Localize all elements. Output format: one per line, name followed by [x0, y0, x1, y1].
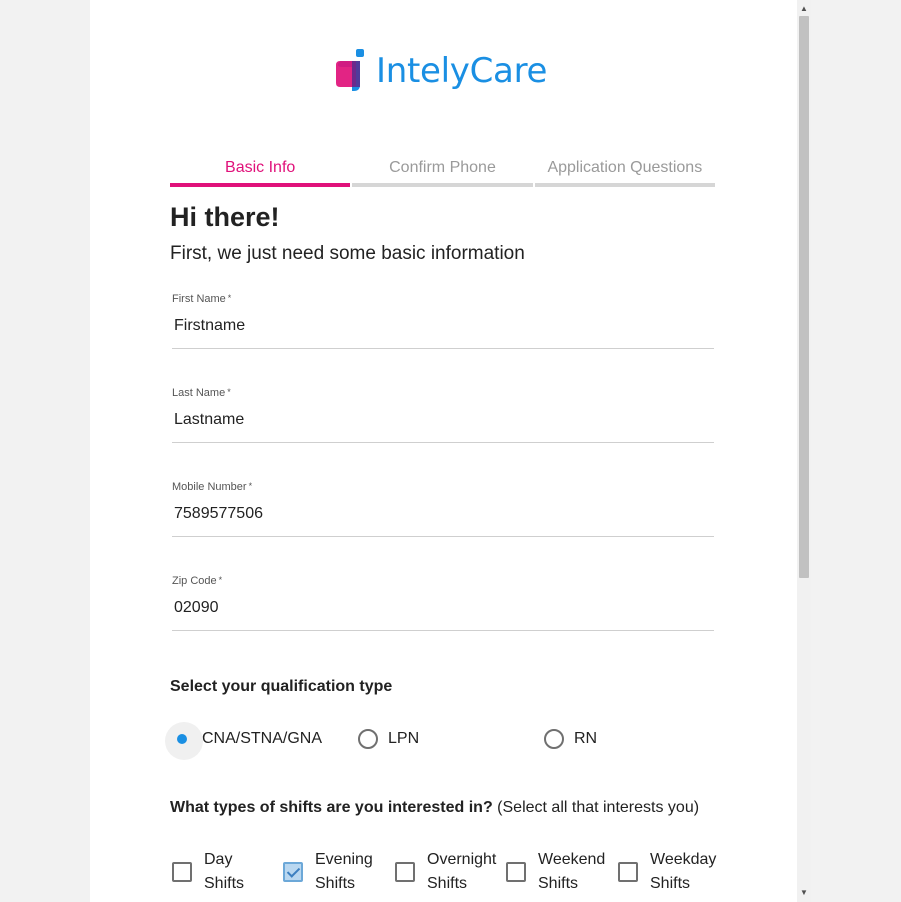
checkbox-weekday-label: Weekday Shifts — [650, 851, 717, 892]
checkbox-box[interactable] — [506, 862, 526, 882]
zip-code-input[interactable] — [174, 599, 704, 617]
radio-cna[interactable]: CNA/STNA/GNA — [165, 722, 323, 760]
scroll-down-arrow-icon[interactable]: ▼ — [797, 886, 811, 900]
checkbox-overnight-shifts[interactable]: Overnight Shifts — [395, 848, 497, 896]
scrollbar[interactable]: ▲ ▼ — [797, 0, 811, 902]
radio-circle[interactable] — [358, 729, 378, 749]
step-application-questions: Application Questions — [534, 159, 715, 187]
checkbox-box[interactable] — [395, 862, 415, 882]
radio-lpn-label: LPN — [388, 730, 420, 747]
last-name-label: Last Name * — [172, 387, 231, 399]
shifts-hint: (Select all that interests you) — [497, 799, 700, 816]
scroll-up-arrow-icon[interactable]: ▲ — [797, 2, 811, 16]
zip-code-field: Zip Code * — [172, 575, 714, 631]
page-title: Hi there! — [170, 202, 280, 232]
radio-circle[interactable] — [165, 722, 203, 760]
checkbox-box[interactable] — [283, 862, 303, 882]
logo: IntelyCare — [334, 46, 547, 96]
checkbox-weekend-shifts[interactable]: Weekend Shifts — [506, 848, 606, 896]
first-name-field: First Name * — [172, 293, 714, 349]
first-name-label: First Name * — [172, 293, 232, 305]
checkbox-box[interactable] — [172, 862, 192, 882]
radio-rn-label: RN — [574, 730, 598, 747]
zip-code-label: Zip Code * — [172, 575, 223, 587]
step-basic-info: Basic Info — [170, 159, 351, 187]
last-name-input[interactable] — [174, 411, 704, 429]
checkbox-day-shifts[interactable]: Day Shifts — [172, 848, 266, 896]
shifts-label: What types of shifts are you interested … — [170, 799, 700, 816]
radio-cna-label: CNA/STNA/GNA — [202, 730, 323, 747]
mobile-number-field: Mobile Number * — [172, 481, 714, 537]
checkbox-evening-shifts[interactable]: Evening Shifts — [283, 848, 377, 896]
radio-circle[interactable] — [544, 729, 564, 749]
checkbox-overnight-label: Overnight Shifts — [427, 851, 497, 892]
checkbox-evening-label: Evening Shifts — [315, 851, 373, 892]
page-container — [90, 0, 797, 902]
page-subtitle: First, we just need some basic informati… — [170, 243, 525, 264]
checkbox-weekend-label: Weekend Shifts — [538, 851, 606, 892]
last-name-field: Last Name * — [172, 387, 714, 443]
brand-name: IntelyCare — [376, 51, 548, 91]
qualification-label: Select your qualification type — [170, 678, 393, 695]
radio-lpn[interactable]: LPN — [358, 724, 419, 754]
step-confirm-phone: Confirm Phone — [352, 159, 533, 187]
scrollbar-thumb[interactable] — [799, 16, 809, 578]
checkbox-weekday-shifts[interactable]: Weekday Shifts — [618, 848, 717, 896]
intelycare-logo-icon — [336, 49, 364, 91]
mobile-number-label: Mobile Number * — [172, 481, 253, 493]
checkbox-day-label: Day Shifts — [204, 851, 245, 892]
progress-steps: Basic Info Confirm Phone Application Que… — [170, 159, 715, 187]
mobile-number-input[interactable] — [174, 505, 704, 523]
checkbox-box[interactable] — [618, 862, 638, 882]
first-name-input[interactable] — [174, 317, 704, 335]
radio-rn[interactable]: RN — [544, 724, 597, 754]
